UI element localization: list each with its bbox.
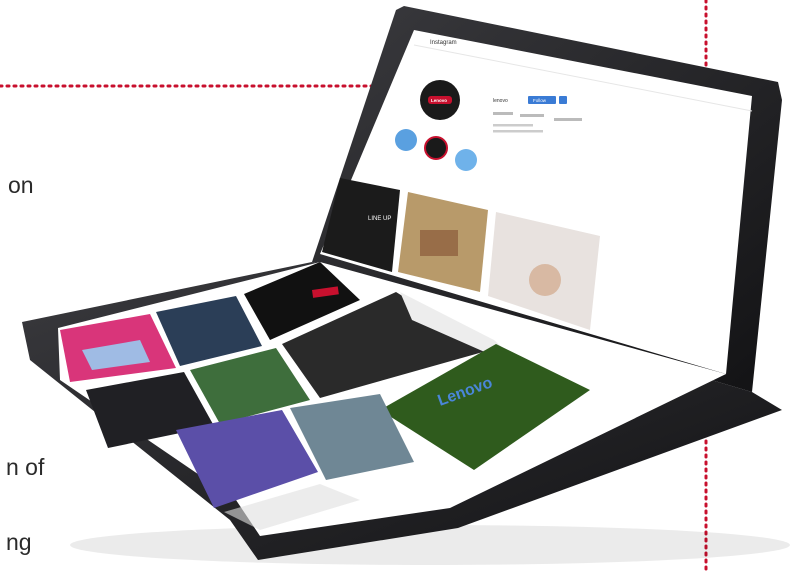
svg-text:LINE UP: LINE UP [368,216,391,222]
profile-name: lenovo [493,98,508,104]
story-highlight-2[interactable] [424,136,448,160]
follow-button-label: Follow [533,98,547,103]
app-title: Instagram [430,40,457,46]
follow-dropdown[interactable] [559,96,567,104]
brand-logo-text: Lenovo [431,98,447,103]
story-highlight-1[interactable] [395,129,417,151]
story-highlight-3[interactable] [455,149,477,171]
foldable-laptop: Instagram Lenovo lenovo Follow LINE UP L… [22,6,790,565]
